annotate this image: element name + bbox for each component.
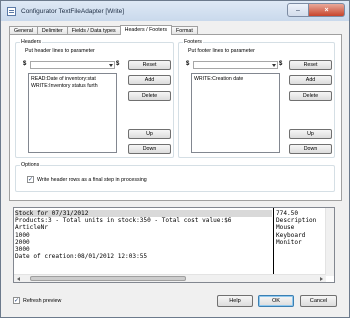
footer-lines-list[interactable]: WRITE:Creation date: [191, 73, 280, 153]
preview-line: Mouse: [276, 224, 295, 232]
chevron-down-icon: [272, 64, 276, 67]
ok-button[interactable]: OK: [258, 295, 294, 307]
options-group-title: Options: [20, 162, 41, 168]
headers-group-title: Headers: [20, 39, 43, 45]
preview-pane[interactable]: Stock for 07/31/2012 Products:3 - Total …: [13, 207, 335, 283]
preview-right-column: 774.50 Description Mouse Keyboard Monito…: [275, 208, 325, 276]
footer-parameter-label: Put footer lines to parameter: [188, 48, 255, 54]
footer-reset-button[interactable]: Reset: [289, 60, 332, 70]
header-parameter-label: Put header lines to parameter: [25, 48, 95, 54]
list-item[interactable]: WRITE:Inventory status furth: [31, 83, 114, 90]
preview-line: Monitor: [276, 238, 302, 246]
footer-dollar-left: $: [186, 61, 190, 67]
preview-line: 2000: [15, 238, 30, 246]
refresh-preview-option[interactable]: ✓ Refresh preview: [13, 297, 61, 304]
app-icon: [7, 6, 16, 16]
options-group: Options ✓ Write header rows as a final s…: [15, 162, 335, 192]
preview-line: 774.50: [276, 210, 299, 217]
chevron-down-icon: [109, 64, 113, 67]
preview-line: Stock for 07/31/2012: [15, 210, 272, 218]
preview-line: Description: [276, 217, 317, 225]
preview-line: Keyboard: [276, 231, 306, 239]
write-header-last-option[interactable]: ✓ Write header rows as a final step in p…: [27, 176, 147, 183]
footer-dollar-right: $: [279, 61, 283, 67]
preview-line: 3000: [15, 246, 30, 254]
header-add-button[interactable]: Add: [128, 75, 171, 85]
footers-group-title: Footers: [183, 39, 203, 45]
header-parameter-combo[interactable]: [30, 61, 115, 69]
title-bar[interactable]: Configurator TextFileAdapter [Write] – ×: [1, 1, 349, 21]
headers-group: Headers Put header lines to parameter $ …: [15, 39, 174, 158]
preview-line: Products:3 - Total units in stock:350 - …: [15, 217, 232, 225]
cancel-button[interactable]: Cancel: [300, 295, 337, 307]
window-controls: – ×: [287, 3, 345, 17]
refresh-preview-checkbox[interactable]: ✓: [13, 297, 20, 304]
footer-parameter-combo[interactable]: [193, 61, 278, 69]
header-reset-button[interactable]: Reset: [128, 60, 171, 70]
header-up-button[interactable]: Up: [128, 129, 171, 139]
tab-headers-footers[interactable]: Headers / Footers: [119, 25, 173, 35]
scroll-thumb[interactable]: [30, 276, 186, 281]
preview-horizontal-scrollbar[interactable]: [14, 274, 326, 282]
scroll-right-icon[interactable]: [320, 277, 323, 281]
refresh-preview-label: Refresh preview: [23, 297, 62, 304]
header-delete-button[interactable]: Delete: [128, 91, 171, 101]
headers-footers-panel: Headers Put header lines to parameter $ …: [9, 34, 342, 201]
write-header-last-label: Write header rows as a final step in pro…: [37, 176, 147, 183]
header-dollar-right: $: [116, 61, 120, 67]
scroll-left-icon[interactable]: [17, 277, 20, 281]
minimize-button[interactable]: –: [287, 3, 309, 17]
write-header-last-checkbox[interactable]: ✓: [27, 176, 34, 183]
list-item[interactable]: WRITE:Creation date: [194, 76, 277, 83]
footer-down-button[interactable]: Down: [289, 144, 332, 154]
preview-column-divider: [273, 208, 274, 276]
window-title: Configurator TextFileAdapter [Write]: [21, 7, 125, 15]
footer-add-button[interactable]: Add: [289, 75, 332, 85]
preview-line: ArticleNr: [15, 224, 49, 232]
footer-delete-button[interactable]: Delete: [289, 91, 332, 101]
configurator-window: Configurator TextFileAdapter [Write] – ×…: [0, 0, 350, 318]
help-button[interactable]: Help: [217, 295, 253, 307]
preview-line: Date of creation:08/01/2012 12:03:55: [15, 253, 148, 261]
header-lines-list[interactable]: READ:Date of inventory:stat WRITE:Invent…: [28, 73, 117, 153]
close-button[interactable]: ×: [309, 3, 345, 17]
header-dollar-left: $: [23, 61, 27, 67]
preview-vertical-scrollbar[interactable]: [325, 208, 334, 276]
footer-up-button[interactable]: Up: [289, 129, 332, 139]
header-down-button[interactable]: Down: [128, 144, 171, 154]
preview-line: 1000: [15, 231, 30, 239]
footers-group: Footers Put footer lines to parameter $ …: [178, 39, 335, 158]
preview-left-column: Stock for 07/31/2012 Products:3 - Total …: [14, 208, 273, 276]
